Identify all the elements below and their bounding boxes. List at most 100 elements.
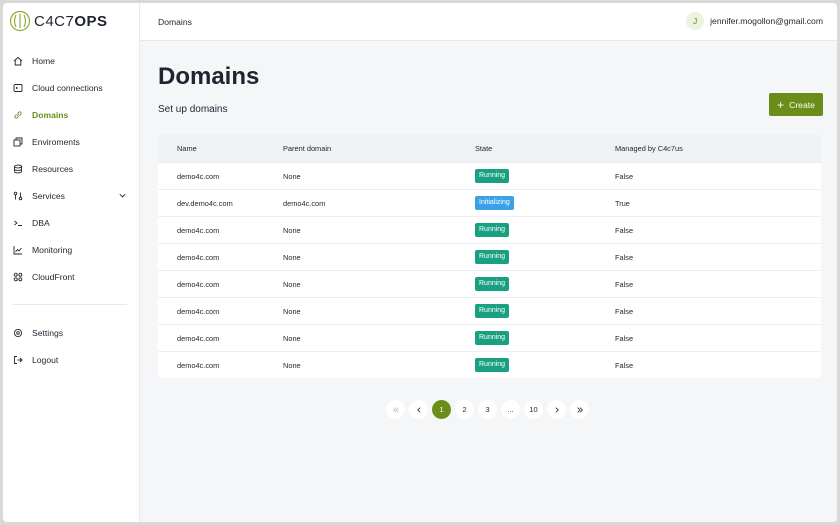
sidebar-item-label: Home xyxy=(32,55,55,66)
column-header-managed: Managed by C4c7us xyxy=(615,144,683,153)
table-body: demo4c.com None Running False dev.demo4c.com… xyxy=(158,162,821,378)
sidebar-item-dba[interactable]: DBA xyxy=(3,209,139,236)
table-row[interactable]: demo4c.com None Running False xyxy=(158,162,821,189)
database-icon xyxy=(14,164,22,173)
column-header-parent-domain: Parent domain xyxy=(283,144,332,153)
user-menu[interactable]: J jennifer.mogollon@gmail.com xyxy=(686,12,823,30)
logout-icon xyxy=(14,355,23,364)
cell-managed: False xyxy=(615,360,634,370)
status-badge: Running xyxy=(475,223,510,237)
cell-parent-domain: demo4c.com xyxy=(283,198,326,208)
brand-logo[interactable]: C4C7OPS xyxy=(3,3,139,39)
page-button[interactable]: 3 xyxy=(478,400,497,419)
sidebar-item-settings[interactable]: Settings xyxy=(3,319,139,346)
sidebar-item-cloud-connections[interactable]: Cloud connections xyxy=(3,74,139,101)
avatar[interactable]: J xyxy=(686,12,705,30)
cell-parent-domain: None xyxy=(283,279,301,289)
cell-parent-domain: None xyxy=(283,306,301,316)
cell-parent-domain: None xyxy=(283,225,301,235)
page-subtitle: Set up domains xyxy=(158,104,228,115)
sidebar-item-services[interactable]: Services xyxy=(3,182,139,209)
main-content: Domains J jennifer.mogollon@gmail.com Do… xyxy=(140,3,837,522)
app-window: C4C7OPS Home Cloud connections Domains E… xyxy=(3,3,837,522)
status-badge: Running xyxy=(475,250,510,264)
table-row[interactable]: demo4c.com None Running False xyxy=(158,216,821,243)
cell-state: Initializing xyxy=(475,196,615,210)
table-row[interactable]: demo4c.com None Running False xyxy=(158,243,821,270)
breadcrumb[interactable]: Domains xyxy=(158,17,192,27)
sidebar-nav: Home Cloud connections Domains Enviromen… xyxy=(3,47,139,290)
cell-state: Running xyxy=(475,223,615,237)
cell-parent-domain: None xyxy=(283,252,301,262)
grid-icon xyxy=(13,272,23,281)
sidebar-item-label: Enviroments xyxy=(32,136,80,147)
cell-name: demo4c.com xyxy=(177,225,220,235)
cell-name: dev.demo4c.com xyxy=(177,198,233,208)
gear-icon xyxy=(13,328,23,337)
logo-mark-icon xyxy=(9,10,31,32)
create-button-label: Create xyxy=(789,99,815,110)
next-page-button[interactable] xyxy=(547,400,566,419)
sidebar-item-label: Settings xyxy=(32,327,64,338)
cell-state: Running xyxy=(475,304,615,318)
page-button[interactable]: 10 xyxy=(524,400,543,419)
sidebar-item-enviroments[interactable]: Enviroments xyxy=(3,128,139,155)
sidebar-item-label: Domains xyxy=(32,109,69,120)
double-chevron-left-icon xyxy=(392,406,399,413)
cell-parent-domain: None xyxy=(283,171,301,181)
cell-state: Running xyxy=(475,358,615,372)
cell-managed: False xyxy=(615,171,634,181)
table-row[interactable]: demo4c.com None Running False xyxy=(158,351,821,378)
table-row[interactable]: demo4c.com None Running False xyxy=(158,297,821,324)
home-icon xyxy=(13,56,23,65)
cell-name: demo4c.com xyxy=(177,306,220,316)
sidebar-item-domains[interactable]: Domains xyxy=(3,101,139,128)
cloud-connection-icon xyxy=(13,83,23,92)
sidebar-item-label: DBA xyxy=(32,217,50,228)
chevron-right-icon xyxy=(555,406,559,413)
cell-name: demo4c.com xyxy=(177,279,220,289)
cell-state: Running xyxy=(475,331,615,345)
page-button[interactable]: 2 xyxy=(455,400,474,419)
sidebar-bottom-nav: Settings Logout xyxy=(3,319,139,373)
sidebar: C4C7OPS Home Cloud connections Domains E… xyxy=(3,3,140,522)
sidebar-item-label: Resources xyxy=(32,163,74,174)
create-button[interactable]: + Create xyxy=(769,93,823,116)
sidebar-item-monitoring[interactable]: Monitoring xyxy=(3,236,139,263)
chevron-down-icon[interactable] xyxy=(118,191,127,200)
sidebar-item-label: CloudFront xyxy=(32,271,75,282)
pagination: 1 2 3 ... 10 xyxy=(386,400,589,419)
sidebar-item-cloudfront[interactable]: CloudFront xyxy=(3,263,139,290)
cell-name: demo4c.com xyxy=(177,171,220,181)
status-badge: Running xyxy=(475,304,510,318)
cell-managed: False xyxy=(615,225,634,235)
sidebar-item-resources[interactable]: Resources xyxy=(3,155,139,182)
cell-managed: False xyxy=(615,333,634,343)
last-page-button[interactable] xyxy=(570,400,589,419)
table-header: Name Parent domain State Managed by C4c7… xyxy=(158,135,821,162)
status-badge: Running xyxy=(475,277,510,291)
page-title: Domains xyxy=(158,63,260,90)
sidebar-item-label: Monitoring xyxy=(32,244,73,255)
cell-state: Running xyxy=(475,169,615,183)
sidebar-item-logout[interactable]: Logout xyxy=(3,346,139,373)
prev-page-button[interactable] xyxy=(409,400,428,419)
sidebar-item-home[interactable]: Home xyxy=(3,47,139,74)
domains-table: Name Parent domain State Managed by C4c7… xyxy=(158,135,821,378)
page-ellipsis: ... xyxy=(501,400,520,419)
column-header-name: Name xyxy=(177,144,197,153)
brand-name: C4C7OPS xyxy=(34,12,108,30)
status-badge: Running xyxy=(475,169,510,183)
first-page-button[interactable] xyxy=(386,400,405,419)
table-row[interactable]: demo4c.com None Running False xyxy=(158,324,821,351)
user-email: jennifer.mogollon@gmail.com xyxy=(710,16,823,26)
status-badge: Running xyxy=(475,331,510,345)
terminal-icon xyxy=(14,220,22,226)
sidebar-item-label: Logout xyxy=(32,354,59,365)
sidebar-item-label: Services xyxy=(32,190,65,201)
chart-line-icon xyxy=(13,245,22,254)
page-button[interactable]: 1 xyxy=(432,400,451,419)
status-badge: Running xyxy=(475,358,510,372)
table-row[interactable]: dev.demo4c.com demo4c.com Initializing True xyxy=(158,189,821,216)
table-row[interactable]: demo4c.com None Running False xyxy=(158,270,821,297)
